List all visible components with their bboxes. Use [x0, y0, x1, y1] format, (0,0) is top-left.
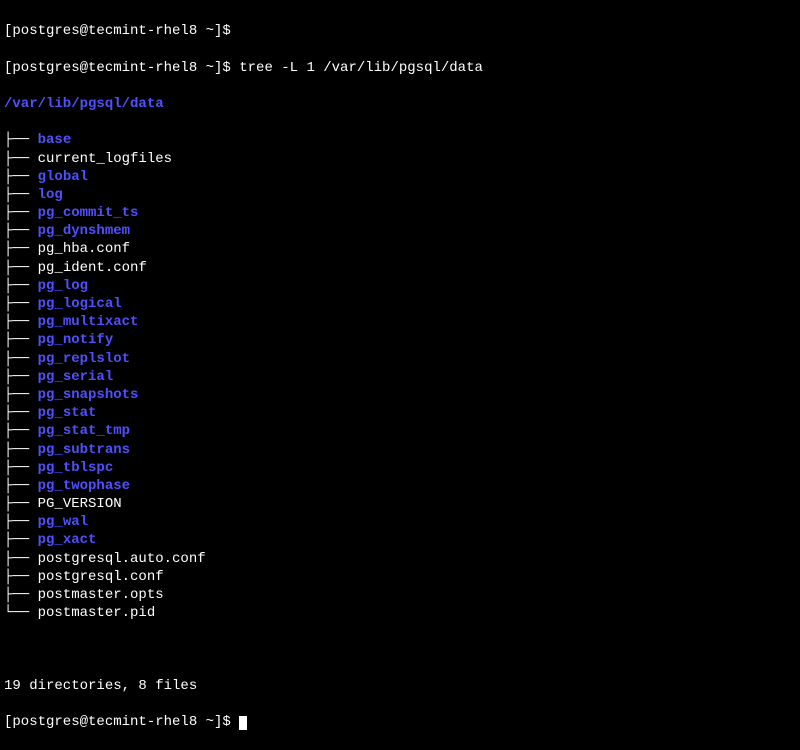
tree-branch-icon: ├──: [4, 532, 38, 548]
tree-entry: ├── pg_notify: [4, 331, 796, 349]
tree-branch-icon: ├──: [4, 241, 38, 257]
root-directory: /var/lib/pgsql/data: [4, 96, 164, 112]
directory-name: pg_dynshmem: [38, 223, 130, 239]
tree-entry: ├── postgresql.auto.conf: [4, 550, 796, 568]
tree-entry: ├── pg_commit_ts: [4, 204, 796, 222]
tree-entry: ├── pg_stat: [4, 404, 796, 422]
tree-branch-icon: ├──: [4, 260, 38, 276]
directory-name: pg_serial: [38, 369, 114, 385]
tree-branch-icon: ├──: [4, 369, 38, 385]
tree-branch-icon: ├──: [4, 296, 38, 312]
directory-name: pg_notify: [38, 332, 114, 348]
tree-entry: ├── pg_dynshmem: [4, 222, 796, 240]
file-name: postgresql.auto.conf: [38, 551, 206, 567]
tree-branch-icon: ├──: [4, 169, 38, 185]
tree-entry: ├── pg_wal: [4, 513, 796, 531]
directory-name: pg_logical: [38, 296, 122, 312]
tree-root: /var/lib/pgsql/data: [4, 95, 796, 113]
tree-entry: ├── pg_xact: [4, 531, 796, 549]
tree-branch-icon: ├──: [4, 496, 38, 512]
file-name: postmaster.opts: [38, 587, 164, 603]
tree-branch-icon: ├──: [4, 405, 38, 421]
directory-name: pg_tblspc: [38, 460, 114, 476]
summary-line: 19 directories, 8 files: [4, 677, 796, 695]
tree-branch-icon: ├──: [4, 314, 38, 330]
tree-entry: └── postmaster.pid: [4, 604, 796, 622]
tree-branch-icon: ├──: [4, 460, 38, 476]
file-name: PG_VERSION: [38, 496, 122, 512]
directory-name: log: [38, 187, 63, 203]
directory-name: pg_stat_tmp: [38, 423, 130, 439]
tree-entry: ├── pg_subtrans: [4, 441, 796, 459]
tree-branch-icon: ├──: [4, 442, 38, 458]
directory-name: base: [38, 132, 72, 148]
tree-branch-icon: ├──: [4, 205, 38, 221]
tree-branch-icon: └──: [4, 605, 38, 621]
tree-entry: ├── postgresql.conf: [4, 568, 796, 586]
tree-branch-icon: ├──: [4, 569, 38, 585]
tree-branch-icon: ├──: [4, 332, 38, 348]
tree-branch-icon: ├──: [4, 478, 38, 494]
tree-entry: ├── current_logfiles: [4, 150, 796, 168]
directory-name: pg_wal: [38, 514, 88, 530]
tree-branch-icon: ├──: [4, 132, 38, 148]
file-name: pg_ident.conf: [38, 260, 147, 276]
tree-branch-icon: ├──: [4, 278, 38, 294]
tree-entry: ├── postmaster.opts: [4, 586, 796, 604]
tree-entry: ├── pg_twophase: [4, 477, 796, 495]
terminal-output[interactable]: [postgres@tecmint-rhel8 ~]$ [postgres@te…: [4, 4, 796, 750]
prompt-line-2: [postgres@tecmint-rhel8 ~]$ tree -L 1 /v…: [4, 59, 796, 77]
tree-branch-icon: ├──: [4, 514, 38, 530]
tree-branch-icon: ├──: [4, 551, 38, 567]
tree-branch-icon: ├──: [4, 223, 38, 239]
file-name: pg_hba.conf: [38, 241, 130, 257]
tree-entry: ├── pg_snapshots: [4, 386, 796, 404]
tree-entry: ├── pg_replslot: [4, 350, 796, 368]
directory-name: pg_stat: [38, 405, 97, 421]
tree-entry: ├── pg_serial: [4, 368, 796, 386]
tree-branch-icon: ├──: [4, 387, 38, 403]
file-name: postgresql.conf: [38, 569, 164, 585]
tree-entry: ├── log: [4, 186, 796, 204]
directory-name: pg_subtrans: [38, 442, 130, 458]
prompt-line-1: [postgres@tecmint-rhel8 ~]$: [4, 22, 796, 40]
directory-name: global: [38, 169, 88, 185]
directory-name: pg_snapshots: [38, 387, 139, 403]
tree-entry: ├── pg_multixact: [4, 313, 796, 331]
tree-branch-icon: ├──: [4, 351, 38, 367]
tree-entry: ├── pg_tblspc: [4, 459, 796, 477]
tree-branch-icon: ├──: [4, 423, 38, 439]
file-name: current_logfiles: [38, 151, 172, 167]
directory-name: pg_replslot: [38, 351, 130, 367]
directory-name: pg_log: [38, 278, 88, 294]
tree-entry: ├── pg_hba.conf: [4, 240, 796, 258]
tree-entry: ├── PG_VERSION: [4, 495, 796, 513]
tree-entry: ├── base: [4, 131, 796, 149]
tree-entry: ├── global: [4, 168, 796, 186]
tree-branch-icon: ├──: [4, 187, 38, 203]
tree-entry: ├── pg_ident.conf: [4, 259, 796, 277]
file-name: postmaster.pid: [38, 605, 156, 621]
prompt-line-3: [postgres@tecmint-rhel8 ~]$: [4, 713, 796, 731]
tree-entry: ├── pg_stat_tmp: [4, 422, 796, 440]
tree-entry: ├── pg_logical: [4, 295, 796, 313]
cursor: [239, 716, 247, 730]
tree-entry: ├── pg_log: [4, 277, 796, 295]
directory-name: pg_commit_ts: [38, 205, 139, 221]
blank-line: [4, 641, 796, 659]
tree-listing: ├── base├── current_logfiles├── global├─…: [4, 131, 796, 622]
directory-name: pg_xact: [38, 532, 97, 548]
directory-name: pg_multixact: [38, 314, 139, 330]
tree-branch-icon: ├──: [4, 587, 38, 603]
directory-name: pg_twophase: [38, 478, 130, 494]
tree-branch-icon: ├──: [4, 151, 38, 167]
